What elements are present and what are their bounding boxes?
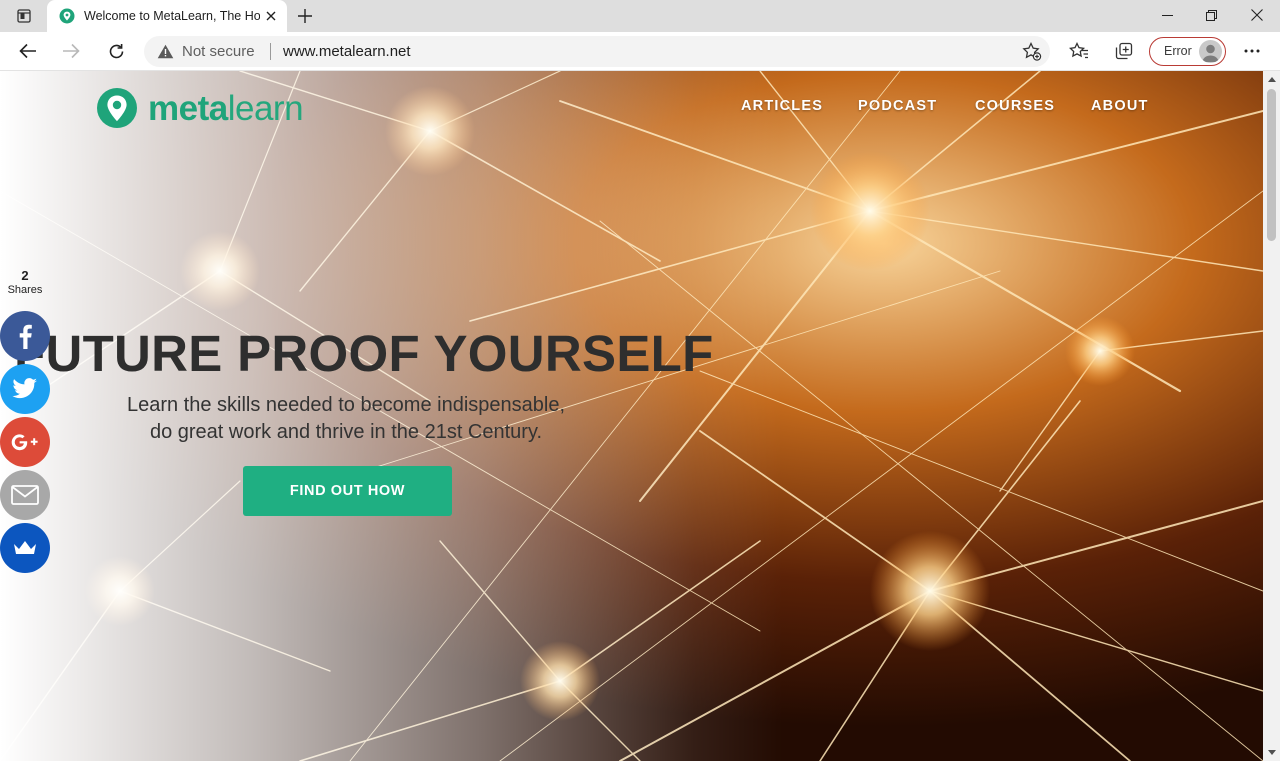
- scroll-up-arrow-icon[interactable]: [1263, 71, 1280, 88]
- twitter-share-button[interactable]: [0, 364, 50, 414]
- profile-error-button[interactable]: Error: [1149, 37, 1226, 66]
- browser-toolbar: Not secure www.metalearn.net Error: [0, 32, 1280, 71]
- new-tab-icon[interactable]: [294, 6, 316, 26]
- minimize-icon[interactable]: [1144, 0, 1190, 30]
- favorites-icon[interactable]: [1064, 36, 1094, 66]
- crown-icon: [14, 541, 36, 554]
- forward-icon: [56, 36, 86, 66]
- browser-tab-bar: Welcome to MetaLearn, The Hor: [0, 0, 1280, 32]
- logo-wordmark: metalearn: [148, 89, 304, 128]
- back-icon[interactable]: [13, 36, 43, 66]
- more-options-icon[interactable]: [1237, 36, 1267, 66]
- sumome-share-button[interactable]: [0, 523, 50, 573]
- share-counter: 2 Shares: [0, 268, 50, 296]
- collections-icon[interactable]: [1109, 36, 1139, 66]
- logo-word-bold: meta: [148, 89, 228, 128]
- security-label[interactable]: Not secure: [182, 43, 255, 60]
- metalearn-logo[interactable]: metalearn: [96, 87, 304, 131]
- address-bar[interactable]: Not secure www.metalearn.net: [144, 36, 1050, 67]
- active-tab[interactable]: Welcome to MetaLearn, The Hor: [47, 0, 287, 32]
- nav-courses[interactable]: COURSES: [975, 98, 1055, 114]
- address-separator: [270, 43, 271, 60]
- close-window-icon[interactable]: [1234, 0, 1280, 30]
- restore-icon[interactable]: [1188, 0, 1234, 30]
- share-label: Shares: [7, 284, 43, 296]
- tab-title: Welcome to MetaLearn, The Hor: [84, 9, 260, 23]
- logo-word-light: learn: [227, 89, 304, 128]
- hero-subtitle-line-1: Learn the skills needed to become indisp…: [126, 394, 566, 416]
- google-plus-share-button[interactable]: [0, 417, 50, 467]
- page-viewport: metalearn ARTICLES PODCAST COURSES ABOUT…: [0, 71, 1263, 761]
- scrollbar-thumb[interactable]: [1267, 89, 1276, 241]
- hero-subtitle-line-2: do great work and thrive in the 21st Cen…: [149, 421, 543, 443]
- add-favorite-icon[interactable]: [1022, 42, 1042, 61]
- hero-subtitle: Learn the skills needed to become indisp…: [106, 392, 586, 446]
- tab-actions-icon[interactable]: [10, 6, 38, 26]
- metalearn-favicon-icon: [59, 8, 75, 24]
- warning-icon[interactable]: [157, 44, 174, 59]
- facebook-share-button[interactable]: [0, 311, 50, 361]
- profile-status-label: Error: [1164, 44, 1192, 58]
- share-count: 2: [21, 268, 29, 283]
- page-scrollbar[interactable]: [1263, 71, 1280, 761]
- nav-podcast[interactable]: PODCAST: [858, 98, 937, 114]
- metalearn-pin-logo-icon: [97, 88, 137, 128]
- close-tab-icon[interactable]: [263, 8, 279, 24]
- find-out-how-button[interactable]: FIND OUT HOW: [243, 466, 452, 516]
- facebook-icon: [19, 324, 32, 349]
- email-icon: [11, 485, 39, 505]
- twitter-icon: [12, 378, 38, 399]
- hero-headline: FUTURE PROOF YOURSELF: [14, 325, 714, 382]
- scroll-down-arrow-icon[interactable]: [1263, 744, 1280, 761]
- google-plus-icon: [11, 434, 38, 451]
- refresh-icon[interactable]: [101, 36, 131, 66]
- url-text[interactable]: www.metalearn.net: [283, 43, 411, 60]
- email-share-button[interactable]: [0, 470, 50, 520]
- nav-about[interactable]: ABOUT: [1091, 98, 1149, 114]
- nav-articles[interactable]: ARTICLES: [741, 98, 823, 114]
- profile-avatar-icon: [1199, 40, 1222, 63]
